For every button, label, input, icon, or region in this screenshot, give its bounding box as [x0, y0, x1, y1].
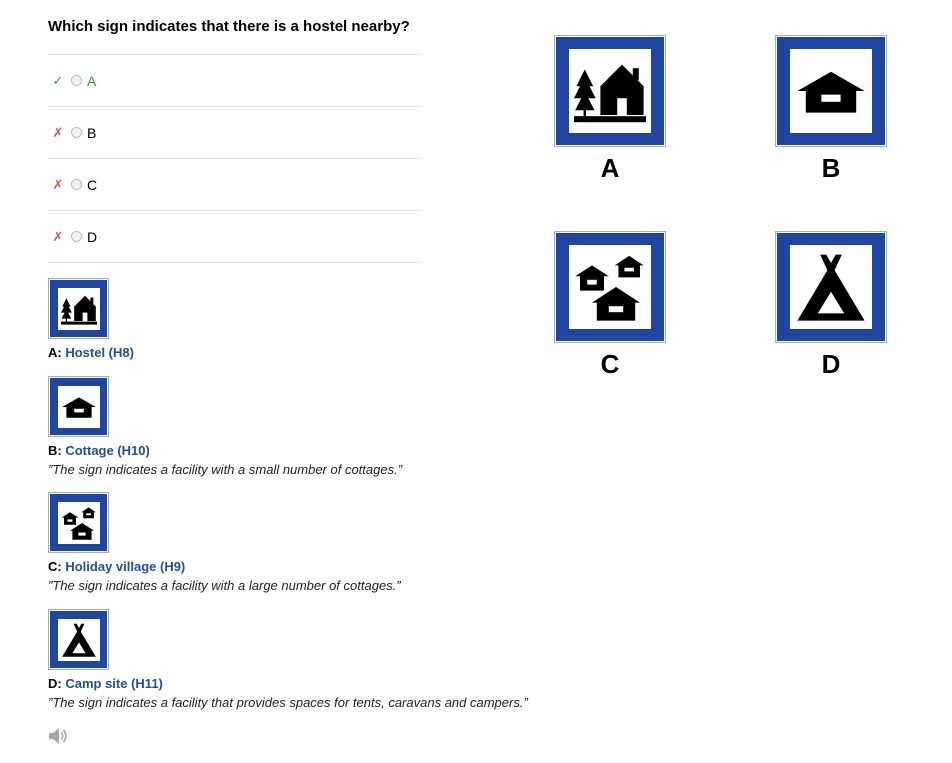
explanation-letter: C:	[48, 559, 62, 574]
sign-description: ”The sign indicates a facility with a la…	[48, 578, 401, 593]
holiday-village-sign-icon[interactable]	[554, 231, 666, 343]
sign-label-d: D	[821, 349, 841, 379]
cross-icon: ✗	[52, 124, 64, 140]
explanation-b: B: Cottage (H10)	[48, 443, 150, 458]
explanation-letter: B:	[48, 443, 62, 458]
holiday-village-sign-icon	[48, 492, 109, 553]
cross-icon: ✗	[52, 228, 64, 244]
sign-label-b: B	[821, 153, 841, 183]
answer-options: ✓ A ✗ B ✗ C ✗ D	[48, 54, 422, 263]
question-title: Which sign indicates that there is a hos…	[48, 18, 410, 35]
cottage-sign-icon	[48, 376, 109, 437]
explanation-letter: D:	[48, 676, 62, 691]
option-label: D	[87, 228, 98, 245]
speaker-icon[interactable]	[48, 727, 68, 745]
sign-name-link[interactable]: Camp site (H11)	[65, 676, 163, 691]
sign-name-link[interactable]: Holiday village (H9)	[65, 559, 185, 574]
cottage-sign-icon[interactable]	[775, 35, 887, 147]
sign-description: ”The sign indicates a facility with a sm…	[48, 462, 403, 477]
check-icon: ✓	[52, 72, 64, 88]
option-label: B	[87, 124, 97, 141]
hostel-sign-icon[interactable]	[554, 35, 666, 147]
option-d[interactable]: ✗ D	[48, 211, 422, 263]
option-label: C	[87, 176, 98, 193]
sign-name-link[interactable]: Cottage (H10)	[65, 443, 150, 458]
explanation-letter: A:	[48, 345, 62, 360]
radio-button[interactable]	[71, 231, 82, 242]
option-c[interactable]: ✗ C	[48, 159, 422, 211]
option-b[interactable]: ✗ B	[48, 107, 422, 159]
sign-description: ”The sign indicates a facility that prov…	[48, 695, 528, 710]
explanation-d: D: Camp site (H11)	[48, 676, 163, 691]
option-a[interactable]: ✓ A	[48, 55, 422, 107]
explanation-c: C: Holiday village (H9)	[48, 559, 185, 574]
cross-icon: ✗	[52, 176, 64, 192]
explanation-a: A: Hostel (H8)	[48, 345, 134, 360]
camp-site-sign-icon	[48, 609, 109, 670]
sign-label-a: A	[600, 153, 620, 183]
hostel-sign-icon	[48, 278, 109, 339]
radio-button[interactable]	[71, 179, 82, 190]
option-label: A	[87, 72, 97, 89]
camp-site-sign-icon[interactable]	[775, 231, 887, 343]
sign-label-c: C	[600, 349, 620, 379]
radio-button[interactable]	[71, 127, 82, 138]
sign-name-link[interactable]: Hostel (H8)	[65, 345, 134, 360]
radio-button[interactable]	[71, 75, 82, 86]
